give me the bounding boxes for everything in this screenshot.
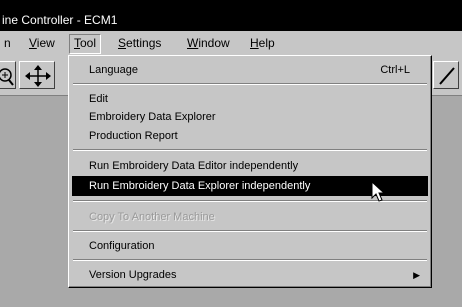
menu-separator: [73, 230, 427, 232]
menu-view[interactable]: View: [25, 34, 59, 52]
menu-item-edit[interactable]: Edit: [72, 89, 428, 109]
move-button[interactable]: [19, 61, 55, 89]
move-arrows-icon: [25, 65, 51, 87]
menu-item-production-report[interactable]: Production Report: [72, 126, 428, 146]
menu-file[interactable]: n: [0, 34, 15, 52]
window-title: ine Controller - ECM1: [2, 13, 118, 27]
menu-help[interactable]: Help: [246, 34, 279, 52]
menu-item-embroidery-data-explorer[interactable]: Embroidery Data Explorer: [72, 107, 428, 127]
mouse-pointer-icon: [371, 181, 385, 202]
zoom-button[interactable]: [0, 61, 16, 89]
menu-item-version-upgrades[interactable]: Version Upgrades ▶: [72, 265, 428, 285]
submenu-arrow-icon: ▶: [413, 270, 420, 280]
menu-separator: [73, 83, 427, 85]
menu-window[interactable]: Window: [183, 34, 234, 52]
menu-separator: [73, 259, 427, 261]
shortcut-label: Ctrl+L: [380, 64, 410, 76]
diagonal-arrow-icon: [439, 67, 455, 85]
menu-bar: n View Tool Settings Window Help: [0, 31, 462, 55]
menu-settings[interactable]: Settings: [114, 34, 165, 52]
title-bar: ine Controller - ECM1: [0, 0, 462, 31]
zoom-icon: [0, 68, 14, 86]
menu-item-configuration[interactable]: Configuration: [72, 236, 428, 256]
menu-separator: [73, 149, 427, 151]
menu-item-copy-to-another-machine: Copy To Another Machine: [89, 211, 215, 223]
menu-item-language[interactable]: Language Ctrl+L: [72, 60, 428, 80]
draw-line-button[interactable]: [433, 61, 459, 89]
menu-tool[interactable]: Tool: [69, 34, 102, 54]
tool-menu-dropdown: Language Ctrl+L Edit Embroidery Data Exp…: [68, 55, 432, 288]
menu-item-run-data-editor[interactable]: Run Embroidery Data Editor independently: [72, 156, 428, 176]
